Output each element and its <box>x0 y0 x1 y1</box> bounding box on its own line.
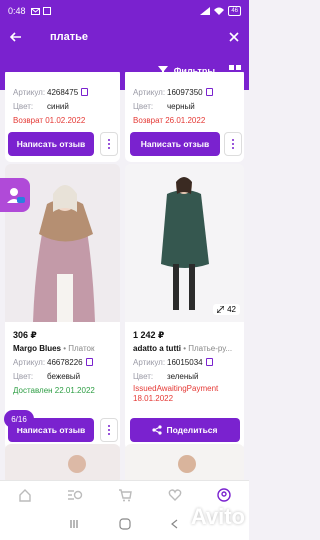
photo-count-badge[interactable]: 42 <box>213 304 240 315</box>
article-row: Артикул: 46678226 <box>13 356 112 370</box>
signal-icon <box>200 7 211 15</box>
product-price: 306 ₽ <box>13 330 37 340</box>
product-brand: adatto a tutti <box>133 344 181 353</box>
order-card[interactable]: Артикул: 4268475 Цвет: синий Возврат 01.02… <box>5 72 120 162</box>
article-value: 46678226 <box>47 358 83 367</box>
article-row: Артикул: 4268475 <box>13 86 112 100</box>
app-bar: платье <box>0 22 249 52</box>
write-review-button[interactable]: Написать отзыв <box>130 132 220 156</box>
notification-icons <box>30 7 51 15</box>
image-icon <box>42 7 51 15</box>
chat-button[interactable] <box>0 178 30 212</box>
orders-grid: Артикул: 4268475 Цвет: синий Возврат 01.02… <box>0 72 249 480</box>
mail-icon <box>30 7 40 15</box>
product-brand: Margo Blues <box>13 344 62 353</box>
cart-icon[interactable] <box>118 488 133 502</box>
product-category: Платье-ру... <box>188 344 233 353</box>
photo-count: 42 <box>227 305 236 314</box>
recents-icon[interactable] <box>69 519 80 529</box>
catalog-search-icon[interactable] <box>67 488 83 502</box>
product-category: Платок <box>68 344 95 353</box>
color-value: бежевый <box>47 372 81 381</box>
color-row: Цвет: зеленый <box>133 372 199 381</box>
avito-watermark: Avito <box>190 504 245 529</box>
share-icon <box>152 425 163 435</box>
share-label: Поделиться <box>166 425 218 435</box>
order-card[interactable] <box>5 444 120 480</box>
color-value: черный <box>167 102 195 111</box>
more-menu-icon[interactable] <box>100 418 118 442</box>
status-time: 0:48 <box>8 6 26 16</box>
color-row: Цвет: синий <box>13 102 69 111</box>
copy-icon[interactable] <box>205 88 213 96</box>
copy-icon[interactable] <box>205 358 213 366</box>
more-menu-icon[interactable] <box>224 132 242 156</box>
status-bar: 0:48 46 <box>0 0 249 22</box>
payment-status: IssuedAwaitingPayment <box>133 384 219 393</box>
product-price: 1 242 ₽ <box>133 330 165 340</box>
article-row: Артикул: 16015034 <box>133 356 236 370</box>
back-icon[interactable] <box>170 519 180 529</box>
search-query[interactable]: платье <box>50 31 229 43</box>
more-menu-icon[interactable] <box>100 132 118 156</box>
close-icon[interactable] <box>229 32 239 42</box>
return-status: Возврат 26.01.2022 <box>133 116 206 125</box>
order-card[interactable] <box>125 444 244 480</box>
heart-icon[interactable] <box>168 488 182 502</box>
profile-icon[interactable] <box>217 487 231 502</box>
write-review-button[interactable]: Написать отзыв <box>8 132 94 156</box>
delivery-status: Доставлен 22.01.2022 <box>13 386 95 395</box>
return-status: Возврат 01.02.2022 <box>13 116 86 125</box>
home-button-icon[interactable] <box>118 518 131 530</box>
product-image <box>178 455 196 473</box>
share-button[interactable]: Поделиться <box>130 418 240 442</box>
order-card[interactable]: Артикул: 16097350 Цвет: черный Возврат 26.… <box>125 72 244 162</box>
color-value: синий <box>47 102 69 111</box>
copy-icon[interactable] <box>85 358 93 366</box>
battery-indicator: 46 <box>228 6 241 16</box>
product-photo[interactable]: 42 <box>125 164 244 322</box>
home-icon[interactable] <box>18 488 32 502</box>
article-row: Артикул: 16097350 <box>133 86 236 100</box>
copy-icon[interactable] <box>81 88 89 96</box>
page-counter: 6/16 <box>4 410 34 428</box>
expand-icon <box>217 306 225 313</box>
wifi-icon <box>214 7 225 15</box>
order-card[interactable]: 42 1 242 ₽ adatto a tutti • Платье-ру...… <box>125 164 244 450</box>
color-value: зеленый <box>167 372 199 381</box>
article-value: 4268475 <box>47 88 79 97</box>
color-row: Цвет: черный <box>133 102 195 111</box>
product-image <box>125 164 244 322</box>
back-arrow-icon[interactable] <box>10 32 22 42</box>
support-chat-icon <box>7 188 25 203</box>
product-image <box>68 455 86 473</box>
payment-date: 18.01.2022 <box>133 394 174 403</box>
article-value: 16097350 <box>167 88 203 97</box>
article-value: 16015034 <box>167 358 203 367</box>
color-row: Цвет: бежевый <box>13 372 81 381</box>
